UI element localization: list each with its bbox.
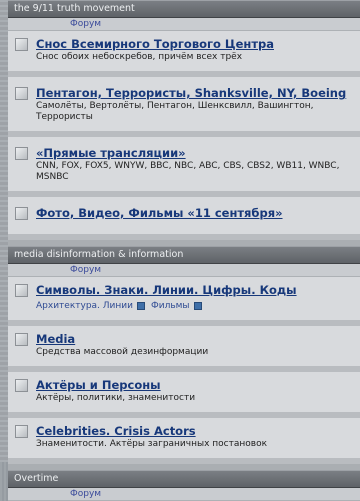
forum-row: Фото, Видео, Фильмы «11 сентября» xyxy=(8,197,360,240)
forum-description: CNN, FOX, FOX5, WNYW, BBC, NBC, ABC, CBS… xyxy=(36,161,340,182)
forum-title-link[interactable]: Фото, Видео, Фильмы «11 сентября» xyxy=(36,206,354,220)
subforum-icon xyxy=(193,301,202,310)
forum-description: Актёры, политики, знаменитости xyxy=(36,393,196,403)
forum-row: Пентагон, Террористы, Shanksville, NY, B… xyxy=(8,77,360,137)
forum-status-icon xyxy=(15,207,28,220)
forum-title-link[interactable]: Celebrities. Crisis Actors xyxy=(36,424,354,438)
page-left-border xyxy=(0,0,8,462)
forum-status-icon xyxy=(15,284,28,297)
forum-row: Актёры и Персоны Актёры, политики, знаме… xyxy=(8,372,360,418)
column-header: Форум xyxy=(8,18,360,31)
forum-description: Средства массовой дезинформации xyxy=(36,347,209,357)
category-header: Overtime xyxy=(8,470,360,488)
forum-row: «Прямые трансляции» CNN, FOX, FOX5, WNYW… xyxy=(8,137,360,197)
forum-status-icon xyxy=(15,87,28,100)
forum-description: Самолёты, Вертолёты, Пентагон, Шенксвилл… xyxy=(36,101,314,122)
subforum-link[interactable]: Фильмы xyxy=(151,301,190,311)
column-header: Форум xyxy=(8,488,360,501)
forum-description: Знаменитости. Актёры заграничных постано… xyxy=(36,439,268,449)
category-header: media disinformation & information xyxy=(8,246,360,264)
forum-status-icon xyxy=(15,147,28,160)
forum-title-link[interactable]: Media xyxy=(36,332,354,346)
forum-index-page: the 9/11 truth movement Форум Снос Всеми… xyxy=(0,0,360,501)
forum-title-link[interactable]: «Прямые трансляции» xyxy=(36,146,354,160)
forum-title-link[interactable]: Пентагон, Террористы, Shanksville, NY, B… xyxy=(36,86,354,100)
forum-row: Символы. Знаки. Линии. Цифры. Коды Архит… xyxy=(8,277,360,326)
forum-row: Снос Всемирного Торгового Центра Снос об… xyxy=(8,31,360,77)
subforum-link[interactable]: Архитектура. Линии xyxy=(36,301,133,311)
forum-status-icon xyxy=(15,425,28,438)
forum-title-link[interactable]: Актёры и Персоны xyxy=(36,378,354,392)
forum-description: Снос обоих небоскребов, причём всех трёх xyxy=(36,52,243,62)
column-header: Форум xyxy=(8,264,360,277)
forum-row: Celebrities. Crisis Actors Знаменитости.… xyxy=(8,418,360,464)
subforum-list: Архитектура. Линии Фильмы xyxy=(36,301,354,312)
category-header: the 9/11 truth movement xyxy=(8,0,360,18)
forum-column-label: Форум xyxy=(70,19,102,29)
forum-content: the 9/11 truth movement Форум Снос Всеми… xyxy=(8,0,360,501)
forum-column-label: Форум xyxy=(70,489,102,499)
forum-status-icon xyxy=(15,379,28,392)
forum-status-icon xyxy=(15,333,28,346)
forum-column-label: Форум xyxy=(70,265,102,275)
forum-title-link[interactable]: Снос Всемирного Торгового Центра xyxy=(36,37,354,51)
subforum-icon xyxy=(136,301,145,310)
forum-status-icon xyxy=(15,38,28,51)
forum-title-link[interactable]: Символы. Знаки. Линии. Цифры. Коды xyxy=(36,283,354,297)
forum-row: Media Средства массовой дезинформации xyxy=(8,326,360,372)
